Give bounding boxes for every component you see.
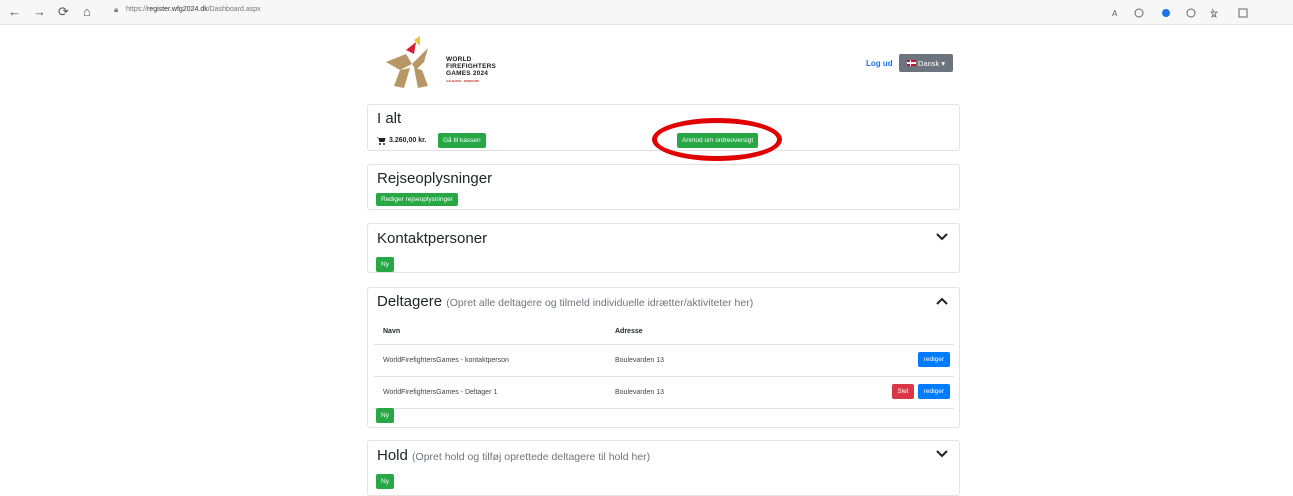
new-contact-button[interactable]: Ny	[376, 257, 394, 272]
participants-card: Deltagere (Opret alle deltagere og tilme…	[367, 287, 960, 428]
new-team-button[interactable]: Ny	[376, 474, 394, 489]
logo-text: WORLD FIREFIGHTERS GAMES 2024	[446, 56, 496, 77]
refresh-icon[interactable]: ⟳	[58, 4, 69, 20]
chevron-down-icon[interactable]	[935, 449, 949, 459]
logo-subtitle: AALBORG · DENMARK	[446, 79, 480, 83]
browser-actions-icons[interactable]: A	[1112, 7, 1282, 19]
logout-link[interactable]: Log ud	[866, 59, 893, 68]
language-dropdown[interactable]: Dansk ▾	[899, 54, 953, 72]
home-icon[interactable]: ⌂	[83, 4, 91, 20]
table-row: WorldFirefightersGames - Deltager 1 Boul…	[374, 376, 954, 409]
teams-card: Hold (Opret hold og tilføj oprettede del…	[367, 440, 960, 496]
participants-table: Navn Adresse WorldFirefightersGames - ko…	[374, 318, 954, 409]
wfg-logo-icon	[386, 36, 428, 88]
column-header-actions	[864, 318, 954, 345]
caret-down-icon: ▾	[941, 58, 946, 68]
participant-address: Boulevarden 13	[606, 376, 864, 409]
contacts-card: Kontaktpersoner Ny	[367, 223, 960, 273]
browser-toolbar: ← → ⟳ ⌂ 🔒︎ https://register.wfg2024.dk/D…	[0, 0, 1293, 25]
url-host: register.wfg2024.dk	[147, 6, 208, 13]
logo-line2: FIREFIGHTERS	[446, 63, 497, 70]
chevron-up-icon[interactable]	[935, 296, 949, 306]
participants-hint: (Opret alle deltagere og tilmeld individ…	[446, 297, 754, 309]
logo-line3: GAMES 2024	[446, 70, 489, 77]
chevron-down-icon[interactable]	[935, 232, 949, 242]
edit-travel-button[interactable]: Rediger rejseoplysninger	[376, 193, 458, 206]
url-path: /Dashboard.aspx	[207, 6, 261, 13]
total-title: I alt	[377, 110, 402, 127]
total-amount: 3.260,00 kr.	[389, 137, 427, 144]
column-header-name: Navn	[374, 318, 606, 345]
address-bar[interactable]: https://register.wfg2024.dk/Dashboard.as…	[126, 6, 261, 13]
participant-address: Boulevarden 13	[606, 344, 864, 377]
edit-participant-button[interactable]: rediger	[918, 384, 950, 399]
logo-line1: WORLD	[446, 56, 472, 63]
cart-total: 3.260,00 kr.	[376, 136, 426, 145]
teams-heading: Hold (Opret hold og tilføj oprettede del…	[377, 447, 650, 464]
column-header-address: Adresse	[606, 318, 864, 345]
highlight-circle	[652, 118, 782, 161]
travel-card: Rejseoplysninger Rediger rejseoplysninge…	[367, 164, 960, 210]
row-actions: Slet rediger	[864, 376, 954, 409]
row-actions: rediger	[864, 344, 954, 377]
edit-participant-button[interactable]: rediger	[918, 352, 950, 367]
new-participant-button[interactable]: Ny	[376, 408, 394, 423]
back-icon[interactable]: ←	[8, 4, 21, 20]
travel-title: Rejseoplysninger	[377, 170, 493, 187]
participant-name: WorldFirefightersGames - Deltager 1	[374, 376, 606, 409]
svg-text:A: A	[1112, 9, 1118, 18]
teams-hint: (Opret hold og tilføj oprettede deltager…	[412, 451, 651, 463]
lock-icon: 🔒︎	[114, 5, 119, 14]
checkout-button[interactable]: Gå til kassen	[438, 133, 486, 148]
teams-title: Hold	[377, 447, 408, 464]
url-prefix: https://	[126, 6, 148, 13]
participants-heading: Deltagere (Opret alle deltagere og tilme…	[377, 293, 753, 310]
forward-icon[interactable]: →	[33, 4, 46, 20]
language-label: Dansk	[917, 58, 940, 68]
contacts-title: Kontaktpersoner	[377, 230, 488, 247]
cart-icon	[376, 137, 386, 145]
danish-flag-icon	[906, 60, 916, 66]
table-row: WorldFirefightersGames - kontaktperson B…	[374, 344, 954, 377]
participant-name: WorldFirefightersGames - kontaktperson	[374, 344, 606, 377]
table-header-row: Navn Adresse	[374, 318, 954, 345]
delete-participant-button[interactable]: Slet	[892, 384, 914, 399]
participants-title: Deltagere	[377, 293, 443, 310]
